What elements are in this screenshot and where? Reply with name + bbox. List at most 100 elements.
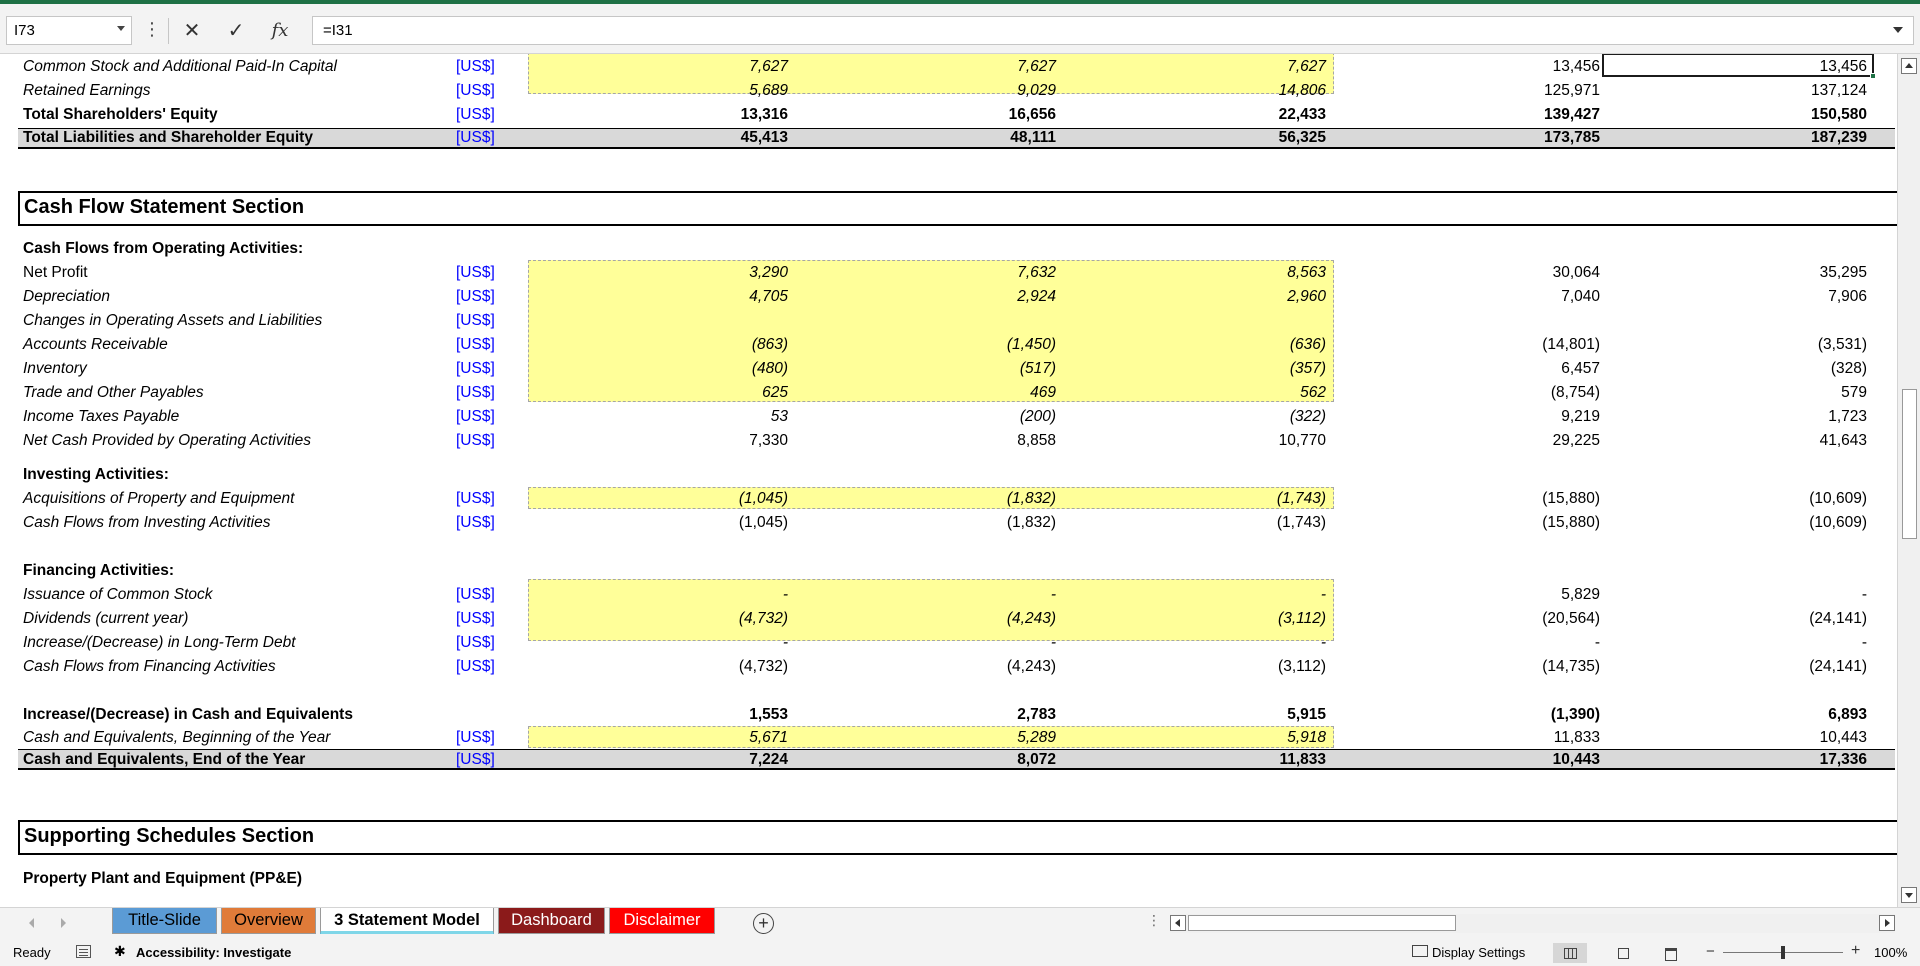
value-cell[interactable]: - (1066, 632, 1326, 654)
zoom-level[interactable]: 100% (1874, 945, 1907, 960)
row-label[interactable]: Cash Flows from Financing Activities (23, 656, 276, 678)
row-label[interactable]: Issuance of Common Stock (23, 584, 213, 606)
unit-label[interactable]: [US$] (456, 632, 495, 654)
value-cell[interactable]: (1,832) (796, 488, 1056, 510)
value-cell[interactable]: 8,858 (796, 430, 1056, 452)
value-cell[interactable]: - (1610, 632, 1867, 654)
value-cell[interactable]: 187,239 (1610, 127, 1867, 149)
value-cell[interactable]: (3,531) (1610, 334, 1867, 356)
zoom-out-icon[interactable]: − (1706, 943, 1715, 960)
unit-label[interactable]: [US$] (456, 262, 495, 284)
horizontal-scroll-thumb[interactable] (1188, 915, 1456, 931)
add-sheet-icon[interactable]: + (753, 913, 774, 934)
value-cell[interactable]: 7,330 (528, 430, 788, 452)
row-label[interactable]: Accounts Receivable (23, 334, 168, 356)
unit-label[interactable]: [US$] (456, 358, 495, 380)
cancel-icon[interactable]: ✕ (178, 17, 206, 45)
tab-overview[interactable]: Overview (221, 908, 316, 934)
value-cell[interactable]: 22,433 (1066, 104, 1326, 126)
row-label[interactable]: Inventory (23, 358, 87, 380)
unit-label[interactable]: [US$] (456, 127, 495, 149)
horizontal-scrollbar[interactable] (1170, 914, 1895, 933)
group-header[interactable]: Investing Activities: (23, 464, 169, 486)
value-cell[interactable]: (24,141) (1610, 656, 1867, 678)
value-cell[interactable]: 7,627 (1066, 56, 1326, 78)
value-cell[interactable]: 10,443 (1610, 727, 1867, 749)
value-cell[interactable]: 6,893 (1610, 704, 1867, 726)
unit-label[interactable]: [US$] (456, 80, 495, 102)
value-cell[interactable]: 30,064 (1360, 262, 1600, 284)
value-cell[interactable]: (357) (1066, 358, 1326, 380)
unit-label[interactable]: [US$] (456, 310, 495, 332)
value-cell[interactable]: - (1360, 632, 1600, 654)
tab-title-slide[interactable]: Title-Slide (112, 908, 217, 934)
next-sheet-icon[interactable] (61, 918, 66, 928)
value-cell[interactable]: (322) (1066, 406, 1326, 428)
value-cell[interactable]: 13,316 (528, 104, 788, 126)
vertical-scroll-thumb[interactable] (1902, 389, 1917, 539)
value-cell[interactable]: (8,754) (1360, 382, 1600, 404)
chevron-down-icon[interactable] (117, 26, 125, 31)
expand-formula-bar-icon[interactable] (1893, 27, 1903, 33)
row-label[interactable]: Net Profit (23, 262, 88, 284)
value-cell[interactable]: (636) (1066, 334, 1326, 356)
tab-disclaimer[interactable]: Disclaimer (609, 908, 715, 934)
value-cell[interactable]: (1,832) (796, 512, 1056, 534)
value-cell[interactable]: (10,609) (1610, 512, 1867, 534)
page-layout-icon[interactable] (1605, 943, 1639, 963)
scroll-right-icon[interactable] (1879, 915, 1895, 931)
row-label[interactable]: Common Stock and Additional Paid-In Capi… (23, 56, 337, 78)
value-cell[interactable]: 10,443 (1360, 749, 1600, 771)
value-cell[interactable]: 5,829 (1360, 584, 1600, 606)
value-cell[interactable]: 150,580 (1610, 104, 1867, 126)
value-cell[interactable]: 5,918 (1066, 727, 1326, 749)
value-cell[interactable]: 2,783 (796, 704, 1056, 726)
value-cell[interactable]: - (528, 632, 788, 654)
value-cell[interactable]: 41,643 (1610, 430, 1867, 452)
unit-label[interactable]: [US$] (456, 430, 495, 452)
unit-label[interactable]: [US$] (456, 382, 495, 404)
tab-dashboard[interactable]: Dashboard (498, 908, 605, 934)
value-cell[interactable]: 6,457 (1360, 358, 1600, 380)
value-cell[interactable]: (14,735) (1360, 656, 1600, 678)
value-cell[interactable]: 17,336 (1610, 749, 1867, 771)
value-cell[interactable]: 53 (528, 406, 788, 428)
row-label[interactable]: Increase/(Decrease) in Cash and Equivale… (23, 704, 353, 726)
page-break-preview-icon[interactable] (1653, 943, 1687, 963)
unit-label[interactable]: [US$] (456, 334, 495, 356)
value-cell[interactable]: 139,427 (1360, 104, 1600, 126)
value-cell[interactable]: (1,450) (796, 334, 1056, 356)
display-settings-icon[interactable] (1412, 945, 1428, 957)
value-cell[interactable]: (1,390) (1360, 704, 1600, 726)
row-label[interactable]: Cash and Equivalents, Beginning of the Y… (23, 727, 330, 749)
value-cell[interactable]: 35,295 (1610, 262, 1867, 284)
value-cell[interactable]: (200) (796, 406, 1056, 428)
value-cell[interactable]: (863) (528, 334, 788, 356)
row-label[interactable]: Changes in Operating Assets and Liabilit… (23, 310, 322, 332)
value-cell[interactable]: (4,732) (528, 656, 788, 678)
value-cell[interactable]: (328) (1610, 358, 1867, 380)
value-cell[interactable]: 2,924 (796, 286, 1056, 308)
unit-label[interactable]: [US$] (456, 488, 495, 510)
value-cell[interactable]: 469 (796, 382, 1056, 404)
value-cell[interactable]: 3,290 (528, 262, 788, 284)
row-label[interactable]: Dividends (current year) (23, 608, 188, 630)
row-label[interactable]: Trade and Other Payables (23, 382, 204, 404)
display-settings-button[interactable]: Display Settings (1432, 945, 1525, 960)
value-cell[interactable]: 8,072 (796, 749, 1056, 771)
unit-label[interactable]: [US$] (456, 56, 495, 78)
value-cell[interactable]: (20,564) (1360, 608, 1600, 630)
section-header-supporting[interactable]: Supporting Schedules Section (18, 820, 1897, 855)
value-cell[interactable]: 5,915 (1066, 704, 1326, 726)
value-cell[interactable]: 10,770 (1066, 430, 1326, 452)
value-cell[interactable]: (24,141) (1610, 608, 1867, 630)
value-cell[interactable]: (14,801) (1360, 334, 1600, 356)
value-cell[interactable]: (3,112) (1066, 656, 1326, 678)
value-cell[interactable]: 1,553 (528, 704, 788, 726)
row-label[interactable]: Depreciation (23, 286, 110, 308)
vertical-scrollbar[interactable] (1897, 54, 1920, 907)
value-cell[interactable]: 579 (1610, 382, 1867, 404)
value-cell[interactable]: - (796, 632, 1056, 654)
unit-label[interactable]: [US$] (456, 286, 495, 308)
unit-label[interactable]: [US$] (456, 104, 495, 126)
